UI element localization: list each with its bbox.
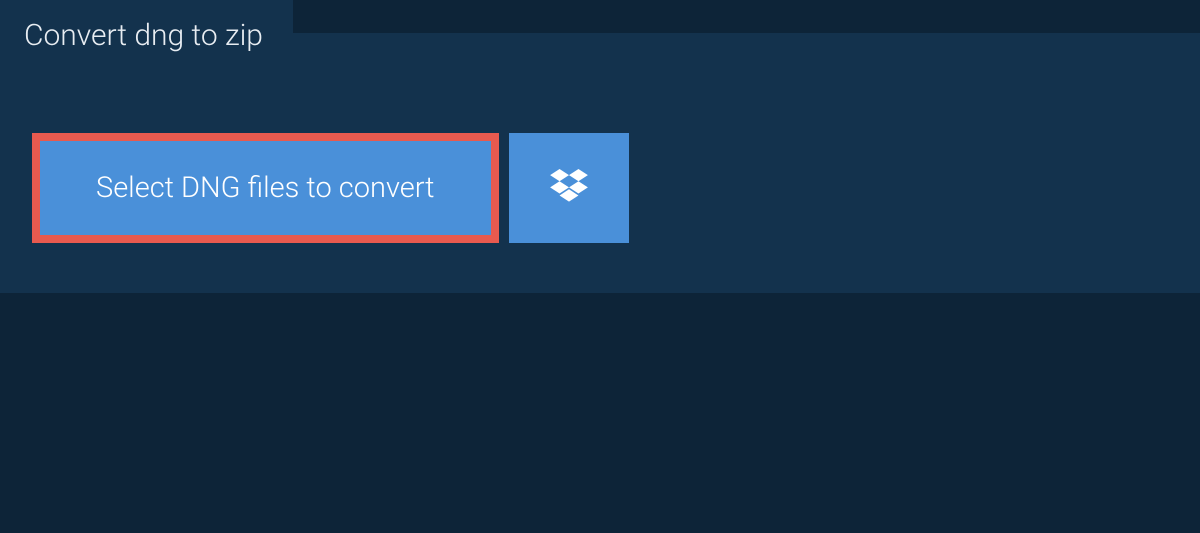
select-files-button[interactable]: Select DNG files to convert: [32, 133, 499, 243]
select-files-label: Select DNG files to convert: [96, 171, 435, 205]
converter-panel: Convert dng to zip Select DNG files to c…: [0, 33, 1200, 293]
action-button-row: Select DNG files to convert: [32, 133, 629, 243]
tab-title: Convert dng to zip: [24, 18, 263, 53]
tab-convert[interactable]: Convert dng to zip: [0, 0, 293, 71]
dropbox-icon: [550, 169, 588, 207]
dropbox-button[interactable]: [509, 133, 629, 243]
